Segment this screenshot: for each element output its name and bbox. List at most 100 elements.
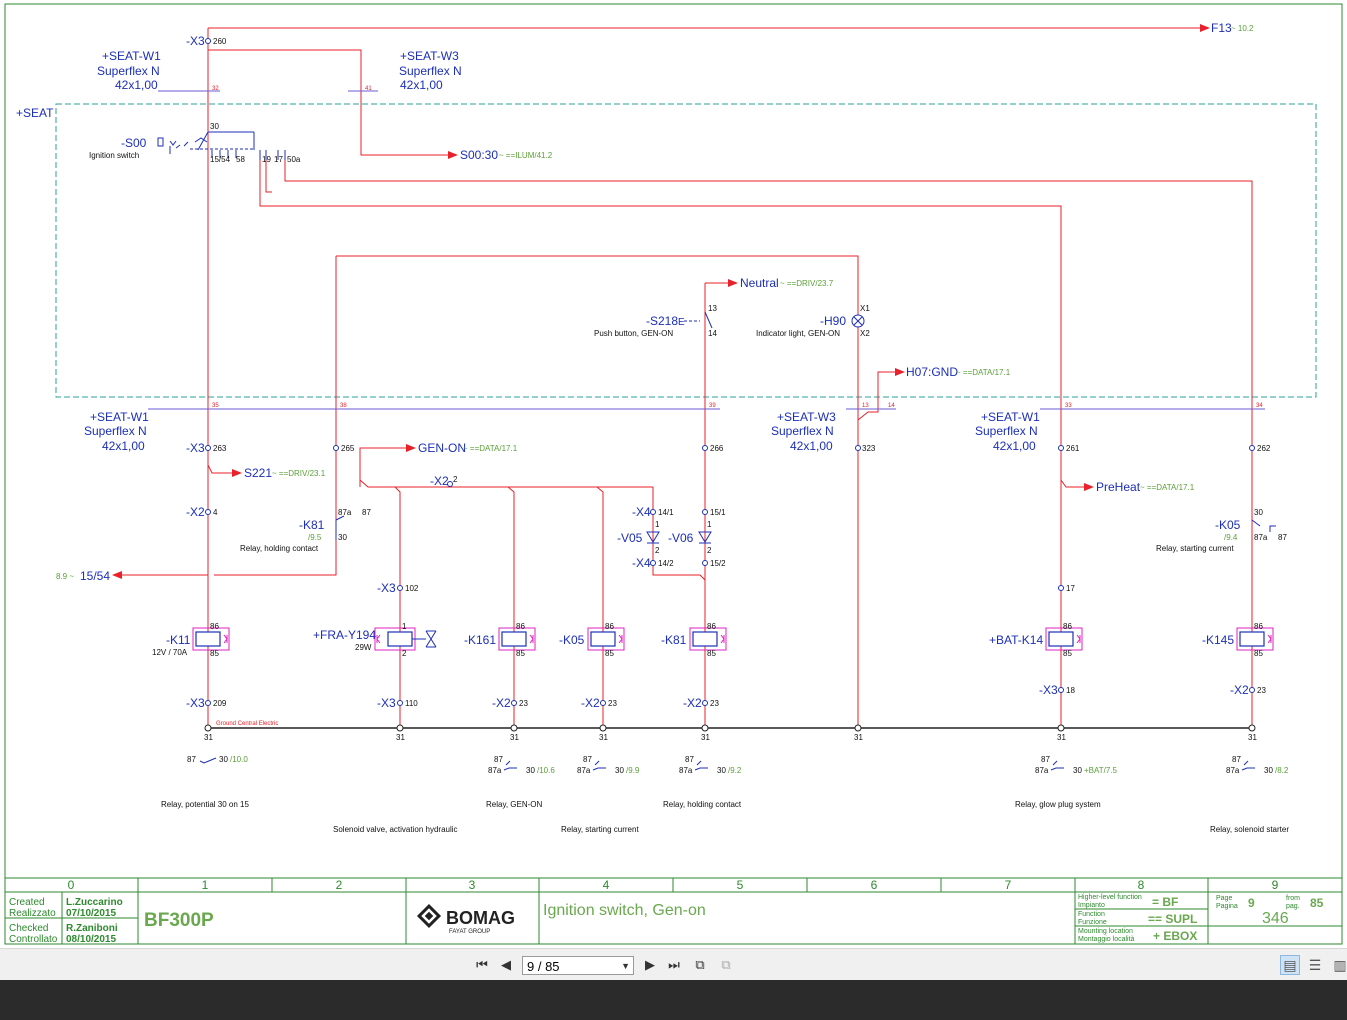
- n31-2: 31: [396, 733, 405, 742]
- k05-c30: 30: [615, 766, 624, 775]
- k145-c87: 87: [1232, 755, 1241, 764]
- n260: 260: [213, 37, 227, 46]
- coil-k11: [195, 631, 221, 647]
- k145-85: 85: [1254, 649, 1263, 658]
- column-7: 7: [1005, 878, 1012, 892]
- single-page-view-icon[interactable]: ▤: [1280, 955, 1300, 975]
- page-forward-icon[interactable]: ⧉: [716, 955, 736, 975]
- page-number-field[interactable]: 9 / 85 ▼: [522, 956, 634, 975]
- chevron-down-icon[interactable]: ▼: [621, 957, 630, 976]
- mount-value: + EBOX: [1153, 929, 1197, 943]
- k05-c87a: 87a: [577, 766, 591, 775]
- n263: 263: [213, 444, 227, 453]
- core-33: 33: [1065, 403, 1072, 409]
- function-label-it: Funzione: [1078, 919, 1107, 926]
- continuous-view-icon[interactable]: ☰: [1305, 955, 1325, 975]
- desc-fra: Solenoid valve, activation hydraulic: [333, 825, 458, 834]
- n266: 266: [710, 444, 724, 453]
- x2-23-k161-label: -X2: [492, 696, 511, 710]
- n31-7: 31: [1057, 733, 1066, 742]
- fra-1: 1: [402, 622, 407, 631]
- n261: 261: [1066, 444, 1080, 453]
- k81-c30: 30: [717, 766, 726, 775]
- diode-1b: 1: [707, 520, 712, 529]
- n4: 4: [213, 508, 218, 517]
- diode-1a: 1: [655, 520, 660, 529]
- k05a-87a: 87a: [1254, 533, 1268, 542]
- checked-by: R.Zaniboni: [66, 923, 118, 934]
- x2-2-label: -X2: [430, 474, 449, 488]
- desc-k81: Relay, holding contact: [663, 800, 742, 809]
- neutral-label: Neutral: [740, 276, 779, 290]
- x3-18-label: -X3: [1039, 683, 1058, 697]
- schematic-sheet: 0 1 2 3 4 5 6 7 8 9 Created Realizzato C…: [0, 0, 1347, 948]
- h07-label: H07:GND: [906, 365, 958, 379]
- x4b-label: -X4: [632, 556, 651, 570]
- ref-10-6: /10.6: [537, 766, 555, 775]
- k81a-label: -K81: [299, 518, 325, 532]
- hlf-label: Higher-level function: [1078, 894, 1142, 901]
- k05a-30: 30: [1254, 508, 1263, 517]
- k81a-ref: /9.5: [308, 533, 322, 542]
- created-label-it: Realizzato: [9, 908, 56, 919]
- column-8: 8: [1138, 878, 1145, 892]
- h07-ref: ~ ==DATA/17.1: [956, 368, 1011, 377]
- k81a-87a: 87a: [338, 508, 352, 517]
- k05a-ref: /9.4: [1224, 533, 1238, 542]
- next-page-icon[interactable]: ▶: [640, 955, 660, 975]
- k05-c87: 87: [583, 755, 592, 764]
- previous-page-icon[interactable]: ◀: [496, 955, 516, 975]
- mount-label-it: Montaggio località: [1078, 936, 1135, 943]
- k05a-87: 87: [1278, 533, 1287, 542]
- page-label-it: Pagina: [1216, 903, 1238, 910]
- n18: 18: [1066, 686, 1075, 695]
- f13-label: F13: [1211, 21, 1232, 35]
- k81a-87: 87: [362, 508, 371, 517]
- x2-23-k81-label: -X2: [683, 696, 702, 710]
- coil-k81: [692, 631, 718, 647]
- neutral-ref: ~ ==DRIV/23.7: [780, 279, 834, 288]
- cable-d: 42x1,00: [790, 439, 833, 453]
- column-1: 1: [202, 878, 209, 892]
- desc-k05: Relay, starting current: [561, 825, 639, 834]
- n31-1: 31: [204, 733, 213, 742]
- core-32: 32: [212, 86, 219, 92]
- viewer-navigation-bar: ⏮ ◀ 9 / 85 ▼ ▶ ⏭ ⧉ ⧉ ▤ ☰ ▥: [0, 948, 1347, 981]
- gen-on-ref: ~ ==DATA/17.1: [463, 444, 518, 453]
- k161-c30: 30: [526, 766, 535, 775]
- s221-ref: ~ ==DRIV/23.1: [272, 469, 326, 478]
- n31-3: 31: [510, 733, 519, 742]
- from-label: from: [1286, 895, 1300, 902]
- k05-85: 85: [605, 649, 614, 658]
- x2-4-label: -X2: [186, 505, 205, 519]
- n31-5: 31: [701, 733, 710, 742]
- svg-text:E: E: [678, 317, 685, 328]
- s00-30-ref: ~ ==ILUM/41.2: [499, 151, 553, 160]
- k05a-label: -K05: [1215, 518, 1241, 532]
- diode-2b: 2: [707, 546, 712, 555]
- seat-w1-b: +SEAT-W1: [90, 410, 149, 424]
- x3-263-label: -X3: [186, 441, 205, 455]
- x3-260-label: -X3: [186, 34, 205, 48]
- core-38: 38: [340, 403, 347, 409]
- x3-209-label: -X3: [186, 696, 205, 710]
- n23-k05: 23: [608, 699, 617, 708]
- s218-13: 13: [708, 304, 717, 313]
- gen-on-label: GEN-ON: [418, 441, 466, 455]
- s00-58: 58: [236, 155, 245, 164]
- first-page-icon[interactable]: ⏮: [472, 955, 492, 975]
- k161-label: -K161: [464, 633, 496, 647]
- last-page-icon[interactable]: ⏭: [664, 955, 684, 975]
- desc-k145: Relay, solenoid starter: [1210, 825, 1289, 834]
- n323: 323: [862, 444, 876, 453]
- page-back-icon[interactable]: ⧉: [690, 955, 710, 975]
- page-value: 9: [1248, 896, 1255, 910]
- coil-k05: [590, 631, 616, 647]
- superflex-e: Superflex N: [975, 424, 1038, 438]
- k14-c87: 87: [1041, 755, 1050, 764]
- desc-k14: Relay, glow plug system: [1015, 800, 1101, 809]
- n2: 2: [453, 475, 458, 484]
- seat-w3-b: +SEAT-W3: [777, 410, 836, 424]
- k05-86: 86: [605, 622, 614, 631]
- facing-pages-view-icon[interactable]: ▥: [1330, 955, 1347, 975]
